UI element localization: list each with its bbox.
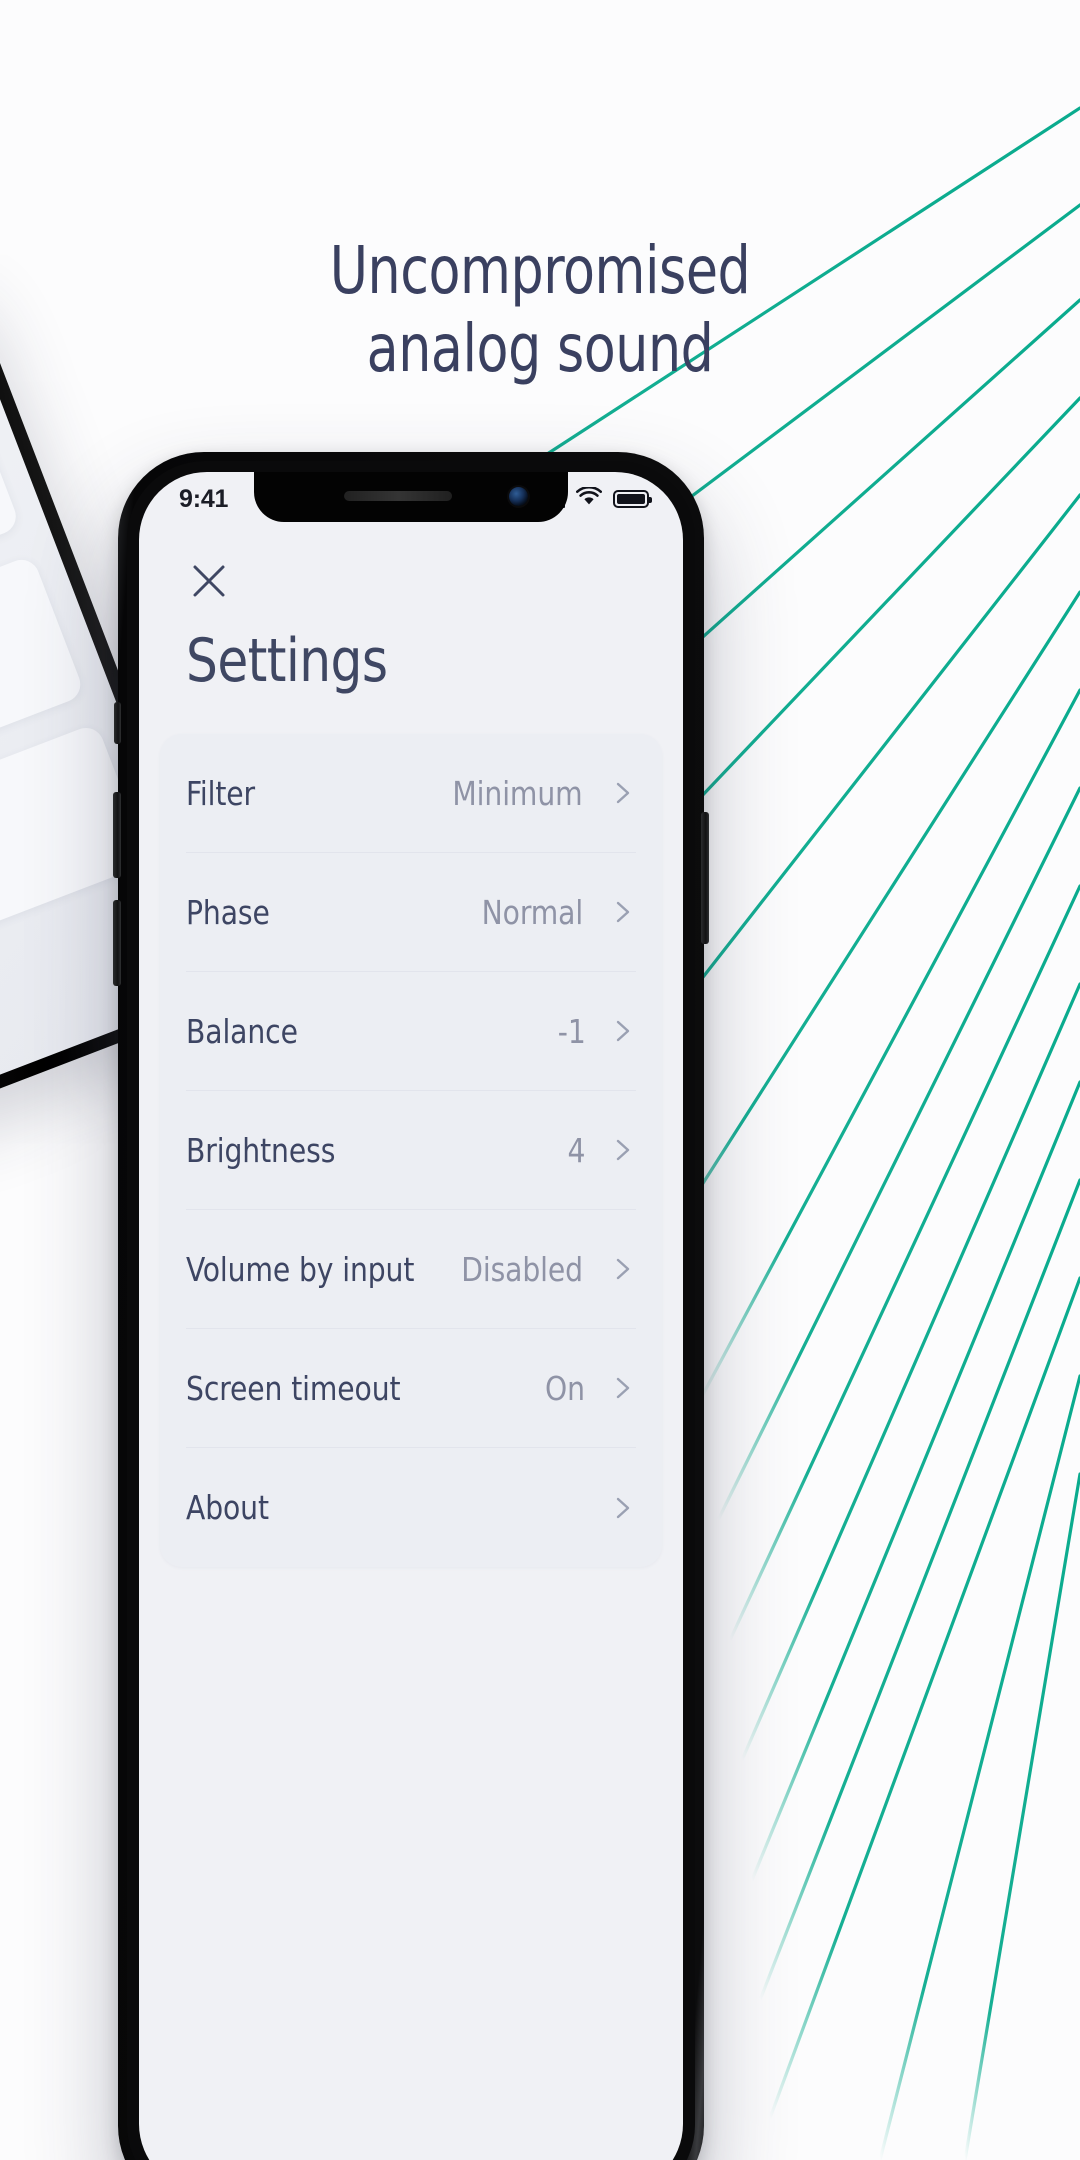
row-value: -1 xyxy=(557,1011,586,1051)
page-title: Settings xyxy=(186,626,388,696)
foreground-phone: 9:41 Settings Filter Minimum Phase Norma… xyxy=(113,452,709,2160)
settings-app: Settings Filter Minimum Phase Normal Bal… xyxy=(139,472,683,2160)
phone-screen: 9:41 Settings Filter Minimum Phase Norma… xyxy=(139,472,683,2160)
chevron-right-icon xyxy=(610,899,636,925)
row-label: Balance xyxy=(186,1011,298,1051)
settings-row-volume-by-input[interactable]: Volume by input Disabled xyxy=(186,1210,636,1329)
battery-full-icon xyxy=(613,490,652,508)
headline-line-1: Uncompromised xyxy=(329,232,751,309)
wifi-icon xyxy=(576,485,602,511)
row-value: Normal xyxy=(481,892,584,932)
settings-row-screen-timeout[interactable]: Screen timeout On xyxy=(186,1329,636,1448)
chevron-right-icon xyxy=(610,780,636,806)
row-value: Minimum xyxy=(452,773,583,813)
power-button[interactable] xyxy=(701,812,709,944)
chevron-right-icon xyxy=(610,1256,636,1282)
row-label: Phase xyxy=(186,892,270,932)
chevron-right-icon xyxy=(610,1018,636,1044)
chevron-right-icon xyxy=(610,1495,636,1521)
settings-row-filter[interactable]: Filter Minimum xyxy=(186,734,636,853)
front-camera-icon xyxy=(509,487,528,506)
settings-row-phase[interactable]: Phase Normal xyxy=(186,853,636,972)
earpiece-speaker-icon xyxy=(344,491,453,501)
settings-row-balance[interactable]: Balance -1 xyxy=(186,972,636,1091)
chevron-right-icon xyxy=(610,1137,636,1163)
status-bar-time: 9:41 xyxy=(179,484,229,513)
settings-list: Filter Minimum Phase Normal Balance -1 B… xyxy=(160,734,662,1567)
row-label: Brightness xyxy=(186,1130,336,1170)
row-label: About xyxy=(186,1488,269,1527)
row-label: Filter xyxy=(186,773,256,813)
page-headline: Uncompromised analog sound xyxy=(65,232,1015,388)
headline-line-2: analog sound xyxy=(366,309,714,387)
row-value: Disabled xyxy=(461,1249,583,1289)
close-icon[interactable] xyxy=(186,558,232,604)
settings-row-brightness[interactable]: Brightness 4 xyxy=(186,1091,636,1210)
settings-row-about[interactable]: About xyxy=(186,1448,636,1567)
row-label: Volume by input xyxy=(186,1249,415,1289)
volume-down-button[interactable] xyxy=(113,900,121,986)
promo-screenshot: Uncompromised analog sound 9:41 Settings… xyxy=(0,0,1080,2160)
volume-up-button[interactable] xyxy=(113,792,121,878)
chevron-right-icon xyxy=(610,1375,636,1401)
row-value: On xyxy=(545,1368,585,1408)
silent-switch[interactable] xyxy=(114,702,121,744)
phone-notch xyxy=(254,472,568,522)
row-value: 4 xyxy=(567,1130,586,1170)
row-label: Screen timeout xyxy=(186,1368,401,1408)
